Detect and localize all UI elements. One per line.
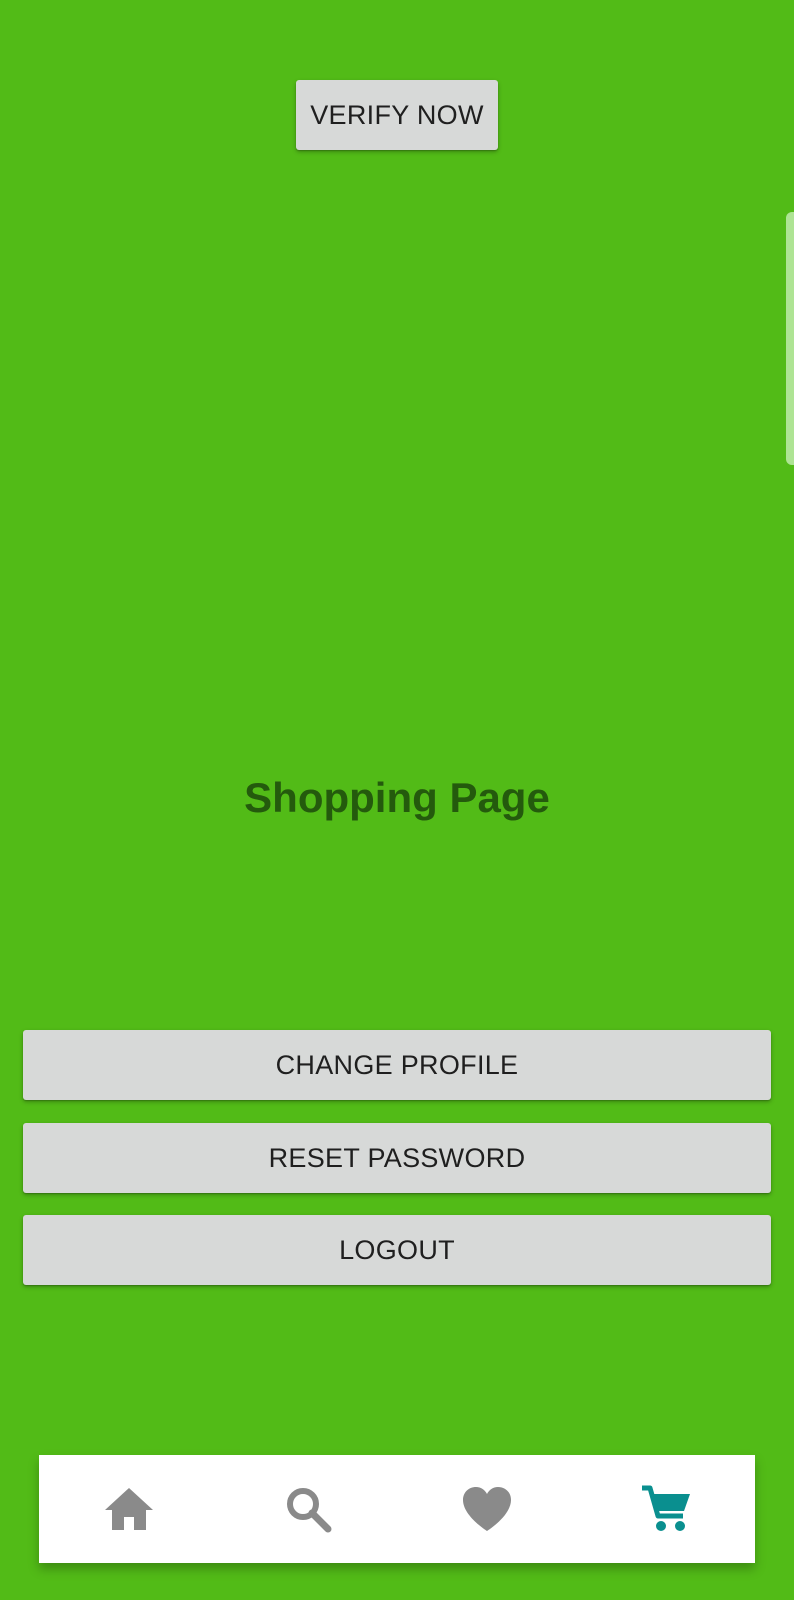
nav-favorites[interactable]: [437, 1455, 537, 1563]
nav-home[interactable]: [79, 1455, 179, 1563]
reset-password-button[interactable]: RESET PASSWORD: [23, 1123, 771, 1193]
verify-now-button[interactable]: VERIFY NOW: [296, 80, 498, 150]
nav-search[interactable]: [258, 1455, 358, 1563]
change-profile-button[interactable]: CHANGE PROFILE: [23, 1030, 771, 1100]
heart-icon: [462, 1487, 511, 1531]
bottom-navigation: [39, 1455, 755, 1563]
scroll-indicator[interactable]: [786, 212, 794, 465]
home-icon: [104, 1488, 153, 1530]
search-icon: [286, 1488, 331, 1533]
logout-button[interactable]: LOGOUT: [23, 1215, 771, 1285]
cart-icon: [641, 1485, 690, 1531]
nav-cart[interactable]: [616, 1455, 716, 1563]
page-title: Shopping Page: [244, 774, 550, 821]
